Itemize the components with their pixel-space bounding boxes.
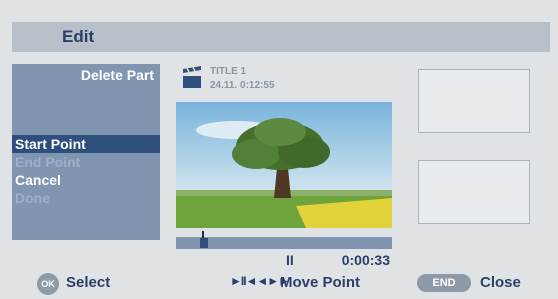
- timeline-bar[interactable]: [176, 231, 392, 249]
- end-button-icon: END: [417, 274, 471, 292]
- dvd-edit-screen: Edit Delete Part Start Point End Point C…: [0, 0, 558, 299]
- select-hint: Select: [66, 274, 111, 291]
- end-point-thumbnail: [418, 160, 530, 224]
- screen-title: Edit: [62, 27, 95, 46]
- video-preview: [176, 102, 392, 228]
- playhead[interactable]: [200, 238, 208, 248]
- menu-item-end-point[interactable]: End Point: [12, 153, 160, 171]
- title-bar: Edit: [12, 22, 550, 52]
- menu-item-cancel[interactable]: Cancel: [12, 171, 160, 189]
- playback-status: II 0:00:33: [176, 252, 392, 268]
- menu-item-done[interactable]: Done: [12, 189, 160, 207]
- playback-time: 0:00:33: [341, 252, 390, 268]
- clapperboard-icon: [183, 66, 201, 88]
- close-hint: Close: [480, 274, 521, 291]
- edit-menu: Delete Part Start Point End Point Cancel…: [12, 64, 160, 240]
- menu-heading: Delete Part: [80, 67, 154, 83]
- footer-legend: OK Select ►II◄◄►► Move Point END Close: [12, 268, 550, 298]
- title-name: TITLE 1: [210, 66, 247, 77]
- move-point-hint: Move Point: [280, 274, 361, 291]
- start-point-thumbnail: [418, 69, 530, 133]
- title-datetime: 24.11. 0:12:55: [210, 80, 275, 91]
- menu-item-start-point[interactable]: Start Point: [12, 135, 160, 153]
- ok-button-icon: OK: [37, 273, 59, 295]
- pause-indicator: II: [286, 252, 294, 268]
